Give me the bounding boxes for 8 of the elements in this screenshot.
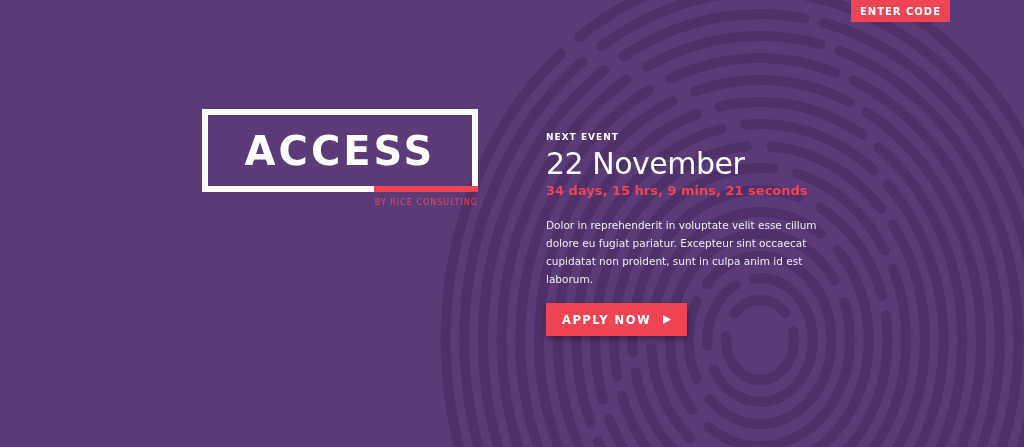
logo-byline: BY RICE CONSULTING bbox=[374, 198, 478, 207]
event-date: 22 November bbox=[546, 146, 745, 181]
event-description: Dolor in reprehenderit in voluptate velit esse cillum dolore eu fugiat pariatur. Excepteur sint occaecat cupidatat non proident, sunt in culpa anim id est laborum. bbox=[546, 218, 818, 287]
countdown-text: 34 days, 15 hrs, 9 mins, 21 seconds bbox=[546, 183, 808, 198]
play-icon bbox=[663, 315, 672, 324]
enter-code-button[interactable]: ENTER CODE bbox=[851, 0, 950, 22]
apply-now-button[interactable]: APPLY NOW bbox=[546, 303, 688, 336]
event-eyebrow: NEXT EVENT bbox=[546, 132, 619, 142]
